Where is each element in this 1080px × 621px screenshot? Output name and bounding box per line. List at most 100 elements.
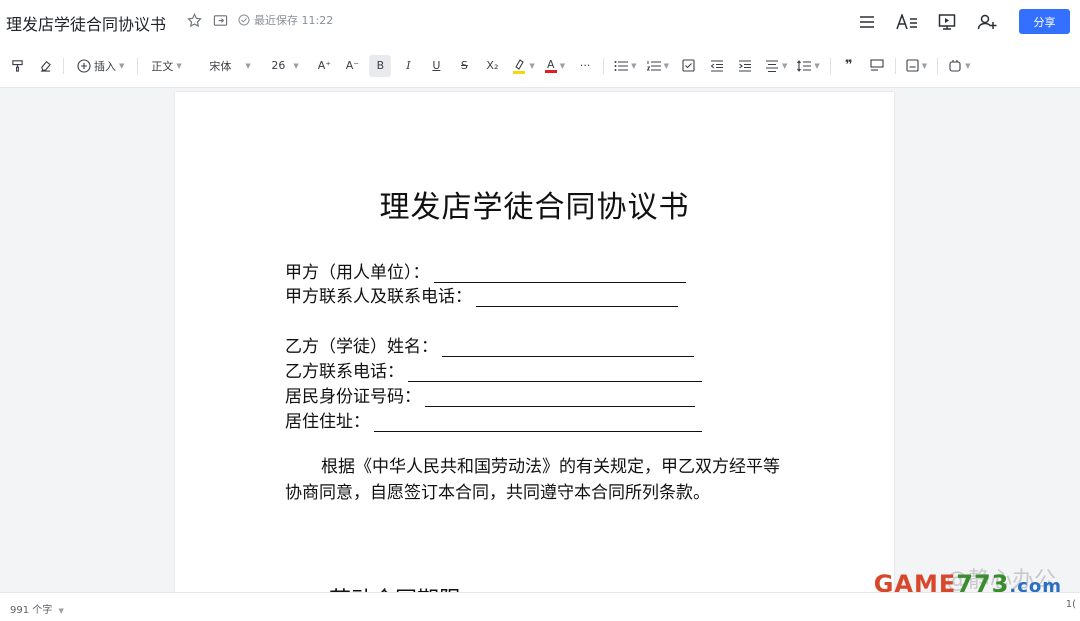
document-page[interactable]: 理发店学徒合同协议书 甲方（用人单位）： 甲方联系人及联系电话： 乙方（学徒）姓… — [175, 92, 894, 592]
callout-button[interactable] — [866, 55, 888, 77]
bulleted-list-button[interactable]: ▼ — [611, 55, 639, 77]
italic-button[interactable]: I — [397, 55, 419, 77]
plugin-icon — [949, 59, 961, 72]
font-family-select[interactable]: 宋体 ▼ — [203, 55, 265, 77]
task-list-button[interactable] — [678, 55, 700, 77]
chevron-down-icon: ▼ — [814, 61, 820, 70]
document-title[interactable]: 理发店学徒合同协议书 — [6, 11, 166, 35]
block-icon — [906, 59, 919, 72]
chevron-down-icon: ▼ — [663, 61, 669, 70]
chevron-down-icon: ▼ — [245, 61, 251, 70]
party-b-phone-label: 乙方联系电话： — [285, 362, 404, 382]
chevron-down-icon: ▼ — [529, 61, 535, 70]
share-button[interactable]: 分享 — [1019, 9, 1070, 34]
party-a-contact-label: 甲方联系人及联系电话： — [285, 287, 472, 307]
align-button[interactable]: ▼ — [762, 55, 790, 77]
party-b-name-label: 乙方（学徒）姓名： — [285, 337, 438, 357]
toolbar-divider — [63, 57, 64, 74]
move-to-folder-icon[interactable] — [212, 12, 228, 28]
text-format-icon[interactable] — [895, 10, 919, 34]
id-number-label: 居民身份证号码： — [285, 387, 421, 407]
party-b-name-blank — [442, 339, 694, 357]
insert-block-button[interactable]: ▼ — [903, 55, 930, 77]
increase-font-button[interactable]: A⁺ — [313, 55, 335, 77]
plugin-button[interactable]: ▼ — [945, 55, 973, 77]
quote-icon[interactable]: ❞ — [838, 55, 860, 77]
indent-icon — [738, 59, 751, 72]
chevron-down-icon: ▼ — [965, 61, 971, 70]
outdent-button[interactable] — [706, 55, 728, 77]
checkbox-icon — [682, 59, 696, 72]
font-color-button[interactable]: A ▼ — [542, 55, 568, 77]
status-right-controls: 1( — [1066, 599, 1076, 610]
saved-check-icon — [238, 14, 250, 26]
present-icon[interactable] — [935, 10, 959, 34]
chevron-down-icon: ▼ — [58, 607, 64, 615]
top-bar: 理发店学徒合同协议书 最近保存 11:22 分享 — [0, 0, 1080, 44]
chevron-down-icon: ▼ — [293, 61, 299, 70]
toolbar-divider — [137, 57, 139, 74]
party-a-unit-blank — [433, 265, 686, 283]
subscript-button[interactable]: X₂ — [481, 55, 503, 77]
bold-button[interactable]: B — [369, 54, 392, 77]
chevron-down-icon: ▼ — [631, 61, 637, 70]
top-right-actions: 分享 — [855, 9, 1070, 34]
paragraph-style-select[interactable]: 正文 ▼ — [145, 55, 203, 77]
clear-format-icon[interactable] — [34, 55, 56, 77]
toolbar-divider — [603, 57, 605, 74]
format-painter-icon[interactable] — [6, 55, 28, 77]
font-size-value: 26 — [271, 59, 286, 72]
document-heading: 理发店学徒合同协议书 — [379, 190, 690, 225]
add-collaborator-icon[interactable] — [975, 10, 999, 34]
party-a-unit-label: 甲方（用人单位）： — [285, 263, 430, 283]
party-a-contact-blank — [476, 289, 678, 307]
address-line: 居住住址： — [285, 407, 702, 432]
paragraph-style-value: 正文 — [151, 59, 174, 73]
editor-canvas: ⠿ 理发店学徒合同协议书 甲方（用人单位）： 甲方联系人及联系电话： 乙方（学徒… — [0, 88, 1080, 592]
insert-label: 插入 — [94, 59, 116, 73]
align-center-icon — [765, 59, 778, 72]
font-color-swatch — [544, 69, 557, 73]
party-b-phone-line: 乙方联系电话： — [285, 357, 702, 382]
menu-icon[interactable] — [855, 10, 879, 34]
numbered-list-icon — [646, 60, 661, 70]
party-a-contact-line: 甲方联系人及联系电话： — [285, 282, 678, 307]
save-status: 最近保存 11:22 — [238, 12, 333, 28]
line-spacing-button[interactable]: ▼ — [794, 55, 822, 77]
party-b-name-line: 乙方（学徒）姓名： — [285, 332, 694, 357]
highlight-color-button[interactable]: ▼ — [509, 55, 537, 77]
save-status-text: 最近保存 11:22 — [254, 14, 334, 27]
chevron-down-icon: ▼ — [781, 61, 788, 70]
callout-icon — [870, 59, 884, 71]
star-icon[interactable] — [186, 12, 202, 28]
toolbar-divider — [894, 57, 896, 74]
address-label: 居住住址： — [285, 412, 370, 432]
numbered-list-button[interactable]: ▼ — [644, 55, 672, 77]
toolbar-divider — [937, 57, 939, 74]
insert-button[interactable]: 插入 ▼ — [71, 55, 130, 77]
status-bar: 991 个字 ▼ 1( — [0, 592, 1080, 621]
chevron-down-icon: ▼ — [559, 61, 566, 70]
intro-paragraph: 根据《中华人民共和国劳动法》的有关规定，甲乙双方经平等协商同意，自愿签订本合同，… — [285, 457, 780, 503]
decrease-font-button[interactable]: A⁻ — [341, 55, 363, 77]
bullet-list-icon — [614, 60, 629, 71]
chevron-down-icon: ▼ — [119, 61, 125, 70]
party-b-phone-blank — [408, 364, 702, 382]
party-a-unit-line: 甲方（用人单位）： — [285, 258, 686, 283]
more-formatting-button[interactable]: ··· — [574, 55, 596, 77]
underline-button[interactable]: U — [425, 55, 447, 77]
zoom-fragment[interactable]: 1( — [1066, 599, 1076, 610]
indent-button[interactable] — [734, 55, 756, 77]
line-spacing-icon — [797, 59, 812, 72]
font-color-label: A — [547, 57, 555, 71]
toolbar-divider — [829, 57, 831, 74]
title-actions: 最近保存 11:22 — [186, 12, 333, 28]
chevron-down-icon: ▼ — [921, 61, 928, 70]
strikethrough-button[interactable]: S — [453, 55, 475, 77]
font-family-value: 宋体 — [209, 59, 232, 73]
word-count[interactable]: 991 个字 ▼ — [10, 601, 64, 616]
id-number-blank — [425, 389, 695, 407]
plus-circle-icon — [77, 58, 91, 73]
font-size-select[interactable]: 26 ▼ — [265, 55, 309, 77]
outdent-icon — [710, 59, 723, 72]
